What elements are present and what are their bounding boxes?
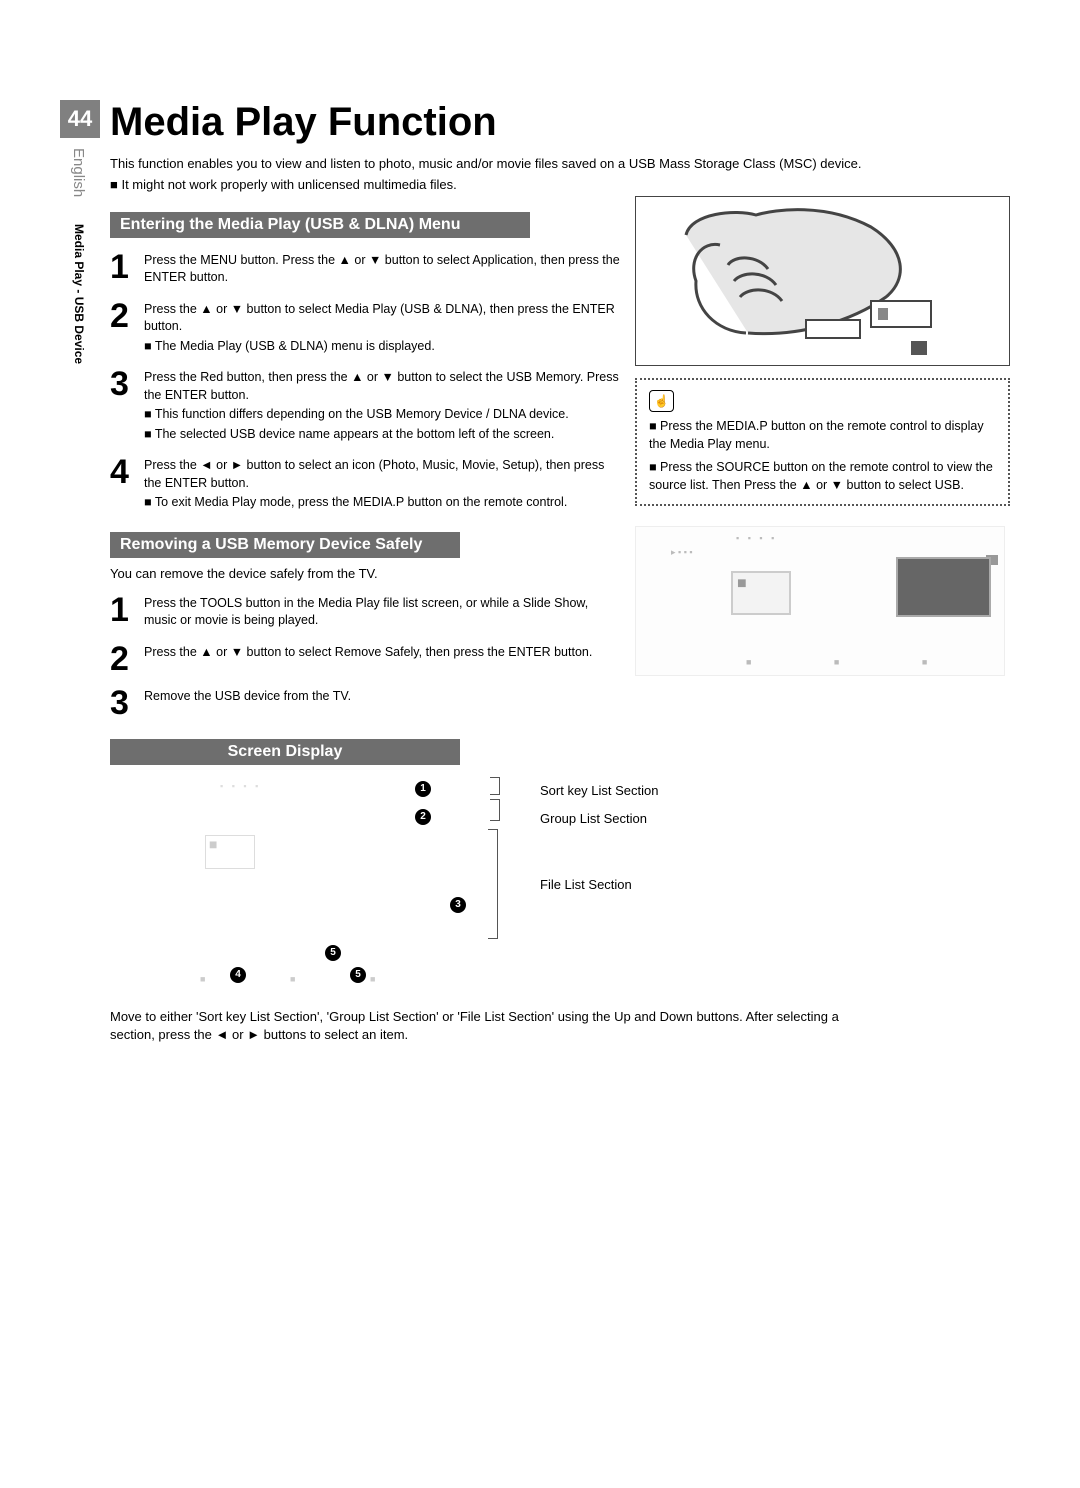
step-body: Press the TOOLS button in the Media Play… <box>144 595 620 630</box>
note-text: Press the SOURCE button on the remote co… <box>649 460 993 492</box>
sub-bullet: ■ The Media Play (USB & DLNA) menu is di… <box>158 338 620 356</box>
step-body: Press the Red button, then press the ▲ o… <box>144 369 620 443</box>
callout-5-icon: 5 <box>325 945 341 961</box>
step-1: 1 Press the MENU button. Press the ▲ or … <box>110 252 620 287</box>
step-2: 2 Press the ▲ or ▼ button to select Medi… <box>110 301 620 356</box>
sub-bullet: ■ The selected USB device name appears a… <box>158 426 620 444</box>
step-number: 4 <box>110 457 144 512</box>
callout-2-icon: 2 <box>415 809 431 825</box>
note-bullet: ■ Press the SOURCE button on the remote … <box>649 459 996 494</box>
step-3: 3 Press the Red button, then press the ▲… <box>110 369 620 443</box>
side-label-language: English <box>70 148 87 208</box>
sub-bullet-text: To exit Media Play mode, press the MEDIA… <box>155 495 567 509</box>
sub-bullet: ■ This function differs depending on the… <box>158 406 620 424</box>
step-1: 1 Press the TOOLS button in the Media Pl… <box>110 595 620 630</box>
note-bullet: ■ Press the MEDIA.P button on the remote… <box>649 418 996 453</box>
step-number: 3 <box>110 688 144 719</box>
step-body: Press the ▲ or ▼ button to select Media … <box>144 301 620 356</box>
step-number: 1 <box>110 595 144 630</box>
step-number: 2 <box>110 301 144 356</box>
step-text: Press the ◄ or ► button to select an ico… <box>144 458 604 490</box>
sub-bullet-text: The Media Play (USB & DLNA) menu is disp… <box>155 339 435 353</box>
sub-bullet: ■ To exit Media Play mode, press the MED… <box>158 494 620 512</box>
illustration-tv-hand <box>635 196 1010 366</box>
note-box: ☝ ■ Press the MEDIA.P button on the remo… <box>635 378 1010 507</box>
sub-bullet-text: This function differs depending on the U… <box>155 407 569 421</box>
step-body: Press the ◄ or ► button to select an ico… <box>144 457 620 512</box>
callout-3-icon: 3 <box>450 897 466 913</box>
step-3: 3 Remove the USB device from the TV. <box>110 688 620 719</box>
step-body: Press the MENU button. Press the ▲ or ▼ … <box>144 252 620 287</box>
side-label-section: Media Play - USB Device <box>72 224 86 374</box>
step-text: Press the Red button, then press the ▲ o… <box>144 370 619 402</box>
section2-intro: You can remove the device safely from th… <box>110 566 620 581</box>
intro-text: This function enables you to view and li… <box>110 155 1010 173</box>
step-body: Remove the USB device from the TV. <box>144 688 620 719</box>
step-number: 2 <box>110 644 144 675</box>
step-2: 2 Press the ▲ or ▼ button to select Remo… <box>110 644 620 675</box>
legend-sortkey: Sort key List Section <box>540 783 659 798</box>
diagram-screen: ▪ ▪ ▪ ▪ 1 2 3 4 5 5 ■ ■ ■ <box>110 777 500 992</box>
sub-bullet-text: The selected USB device name appears at … <box>155 427 555 441</box>
step-4: 4 Press the ◄ or ► button to select an i… <box>110 457 620 512</box>
screen-display-diagram: ▪ ▪ ▪ ▪ 1 2 3 4 5 5 ■ ■ ■ Sort key List … <box>110 777 1010 992</box>
section3-header: Screen Display <box>110 739 460 765</box>
step-number: 1 <box>110 252 144 287</box>
callout-1-icon: 1 <box>415 781 431 797</box>
mini-screenshot: ▪ ▪ ▪ ▪ ▸ ▪ ▪ ▪ ■ ■ ■ <box>635 526 1005 676</box>
page-title: Media Play Function <box>110 100 1010 145</box>
section2-header: Removing a USB Memory Device Safely <box>110 532 460 558</box>
final-paragraph: Move to either 'Sort key List Section', … <box>110 1008 880 1044</box>
legend-group: Group List Section <box>540 811 647 826</box>
section1-header: Entering the Media Play (USB & DLNA) Men… <box>110 212 530 238</box>
tv-hand-svg <box>676 205 971 365</box>
page-number: 44 <box>60 100 100 138</box>
hand-icon: ☝ <box>649 390 674 413</box>
step-text: Press the ▲ or ▼ button to select Media … <box>144 302 615 334</box>
callout-5b-icon: 5 <box>350 967 366 983</box>
note-text: Press the MEDIA.P button on the remote c… <box>649 419 984 451</box>
callout-4-icon: 4 <box>230 967 246 983</box>
main-content: Media Play Function This function enable… <box>110 100 1010 1044</box>
sidebar: 44 English Media Play - USB Device <box>60 100 100 374</box>
intro-bullet-text: It might not work properly with unlicens… <box>121 177 456 192</box>
step-number: 3 <box>110 369 144 443</box>
step-body: Press the ▲ or ▼ button to select Remove… <box>144 644 620 675</box>
intro-bullet: ■ It might not work properly with unlice… <box>110 177 1010 192</box>
legend-file: File List Section <box>540 877 632 892</box>
